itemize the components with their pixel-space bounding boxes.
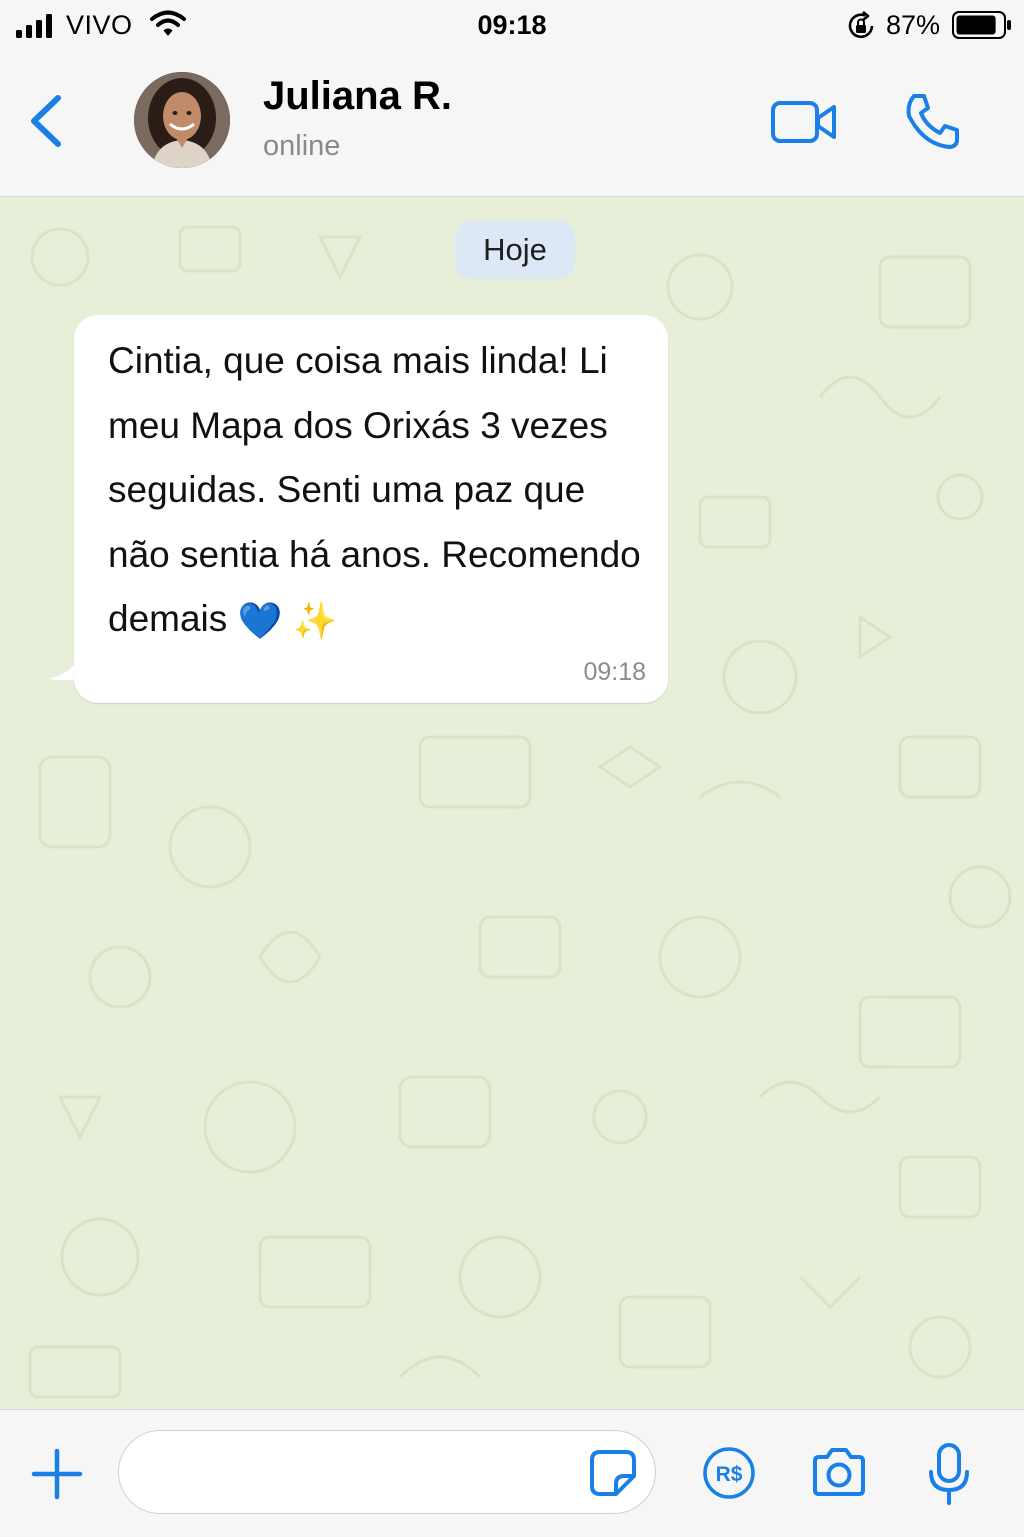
contact-name[interactable]: Juliana R. — [263, 74, 452, 119]
svg-text:R$: R$ — [716, 1463, 743, 1486]
microphone-icon[interactable] — [926, 1442, 972, 1506]
video-camera-icon[interactable] — [768, 96, 840, 148]
rotation-lock-icon — [848, 11, 874, 38]
message-text: Cintia, que coisa mais linda! Li meu Map… — [108, 329, 643, 654]
camera-icon[interactable] — [810, 1446, 868, 1500]
pix-real-icon[interactable]: R$ — [702, 1446, 756, 1500]
sparkles-emoji: ✨ — [292, 600, 338, 641]
battery-percentage: 87% — [886, 10, 941, 40]
blue-heart-emoji: 💙 — [237, 600, 283, 641]
contact-avatar[interactable] — [134, 72, 230, 168]
phone-icon[interactable] — [900, 90, 964, 154]
message-bubble-incoming[interactable]: Cintia, que coisa mais linda! Li meu Map… — [74, 315, 668, 703]
message-body: Cintia, que coisa mais linda! Li meu Map… — [108, 340, 641, 639]
avatar-portrait-image — [134, 72, 230, 168]
status-bar: VIVO 09:18 87% — [0, 0, 1024, 52]
chat-area[interactable]: Hoje Cintia, que coisa mais linda! Li me… — [0, 197, 1024, 1409]
back-chevron-icon[interactable] — [18, 90, 74, 152]
message-time: 09:18 — [583, 658, 646, 686]
chat-header: Juliana R. online — [0, 52, 1024, 197]
battery-icon — [952, 11, 1011, 39]
date-separator: Hoje — [455, 221, 575, 279]
message-input[interactable] — [118, 1430, 656, 1514]
contact-status: online — [263, 130, 341, 162]
message-input-bar: R$ — [0, 1409, 1024, 1537]
plus-icon[interactable] — [30, 1447, 84, 1501]
sticker-icon[interactable] — [588, 1448, 638, 1498]
